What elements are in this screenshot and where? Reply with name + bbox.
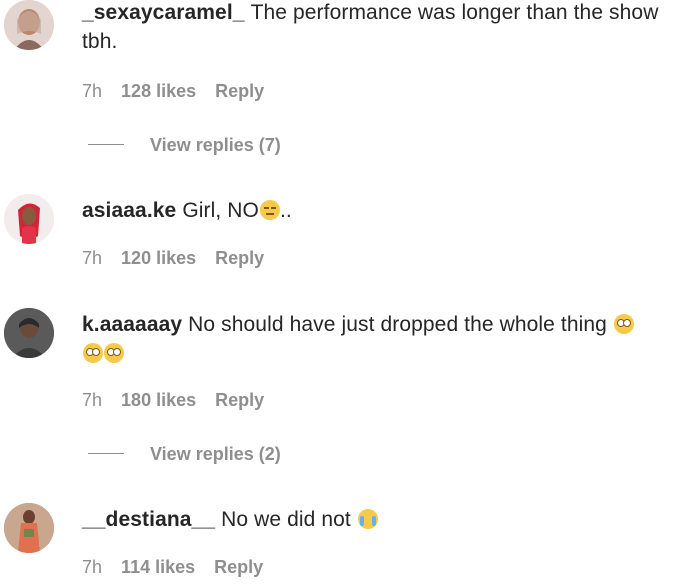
comment-time[interactable]: 7h	[82, 248, 102, 268]
reply-button[interactable]: Reply	[215, 248, 264, 268]
face-with-rolling-eyes-icon	[83, 343, 103, 363]
comment-username[interactable]: _sexaycaramel_	[82, 1, 245, 24]
comment-text: _sexaycaramel_ The performance was longer…	[82, 0, 682, 56]
face-with-rolling-eyes-icon	[104, 343, 124, 363]
comment-text: __destiana__ No we did not	[82, 505, 682, 534]
avatar-image	[4, 503, 54, 553]
comment-username[interactable]: __destiana__	[82, 508, 215, 531]
comment-meta: 7h 180 likes Reply	[82, 390, 278, 411]
face-with-rolling-eyes-icon	[613, 314, 634, 334]
comment-body: Girl, NO	[182, 199, 259, 222]
reply-button[interactable]: Reply	[215, 81, 264, 101]
reply-button[interactable]: Reply	[215, 390, 264, 410]
comment-username[interactable]: k.aaaaaay	[82, 313, 182, 336]
comment-text: asiaaa.ke Girl, NO..	[82, 196, 682, 225]
reply-button[interactable]: Reply	[214, 557, 263, 577]
comment-username[interactable]: asiaaa.ke	[82, 199, 176, 222]
comment-meta: 7h 128 likes Reply	[82, 81, 278, 102]
avatar-image	[4, 194, 54, 244]
comment-meta: 7h 120 likes Reply	[82, 248, 278, 269]
view-replies-button[interactable]: View replies (2)	[88, 444, 281, 465]
comment-body: No should have just dropped the whole th…	[188, 313, 607, 336]
view-replies-label: View replies (2)	[150, 444, 281, 464]
avatar[interactable]	[4, 194, 54, 244]
comment-time[interactable]: 7h	[82, 557, 102, 577]
comment-likes[interactable]: 128 likes	[121, 81, 196, 101]
divider-line	[88, 144, 124, 145]
comment-likes[interactable]: 114 likes	[121, 557, 195, 577]
comment-meta: 7h 114 likes Reply	[82, 557, 277, 578]
unamused-face-icon	[259, 200, 280, 220]
comment-time[interactable]: 7h	[82, 81, 102, 101]
avatar-image	[4, 308, 54, 358]
loudly-crying-face-icon	[357, 509, 378, 529]
avatar-image	[4, 0, 54, 50]
view-replies-label: View replies (7)	[150, 135, 281, 155]
divider-line	[88, 453, 124, 454]
comment-body-suffix: ..	[279, 199, 292, 222]
avatar[interactable]	[4, 308, 54, 358]
avatar[interactable]	[4, 0, 54, 50]
avatar[interactable]	[4, 503, 54, 553]
view-replies-button[interactable]: View replies (7)	[88, 135, 281, 156]
comment-text: k.aaaaaay No should have just dropped the…	[82, 310, 682, 368]
comment-time[interactable]: 7h	[82, 390, 102, 410]
comment-likes[interactable]: 120 likes	[121, 248, 196, 268]
comment-likes[interactable]: 180 likes	[121, 390, 196, 410]
comment-body: No we did not	[221, 508, 351, 531]
